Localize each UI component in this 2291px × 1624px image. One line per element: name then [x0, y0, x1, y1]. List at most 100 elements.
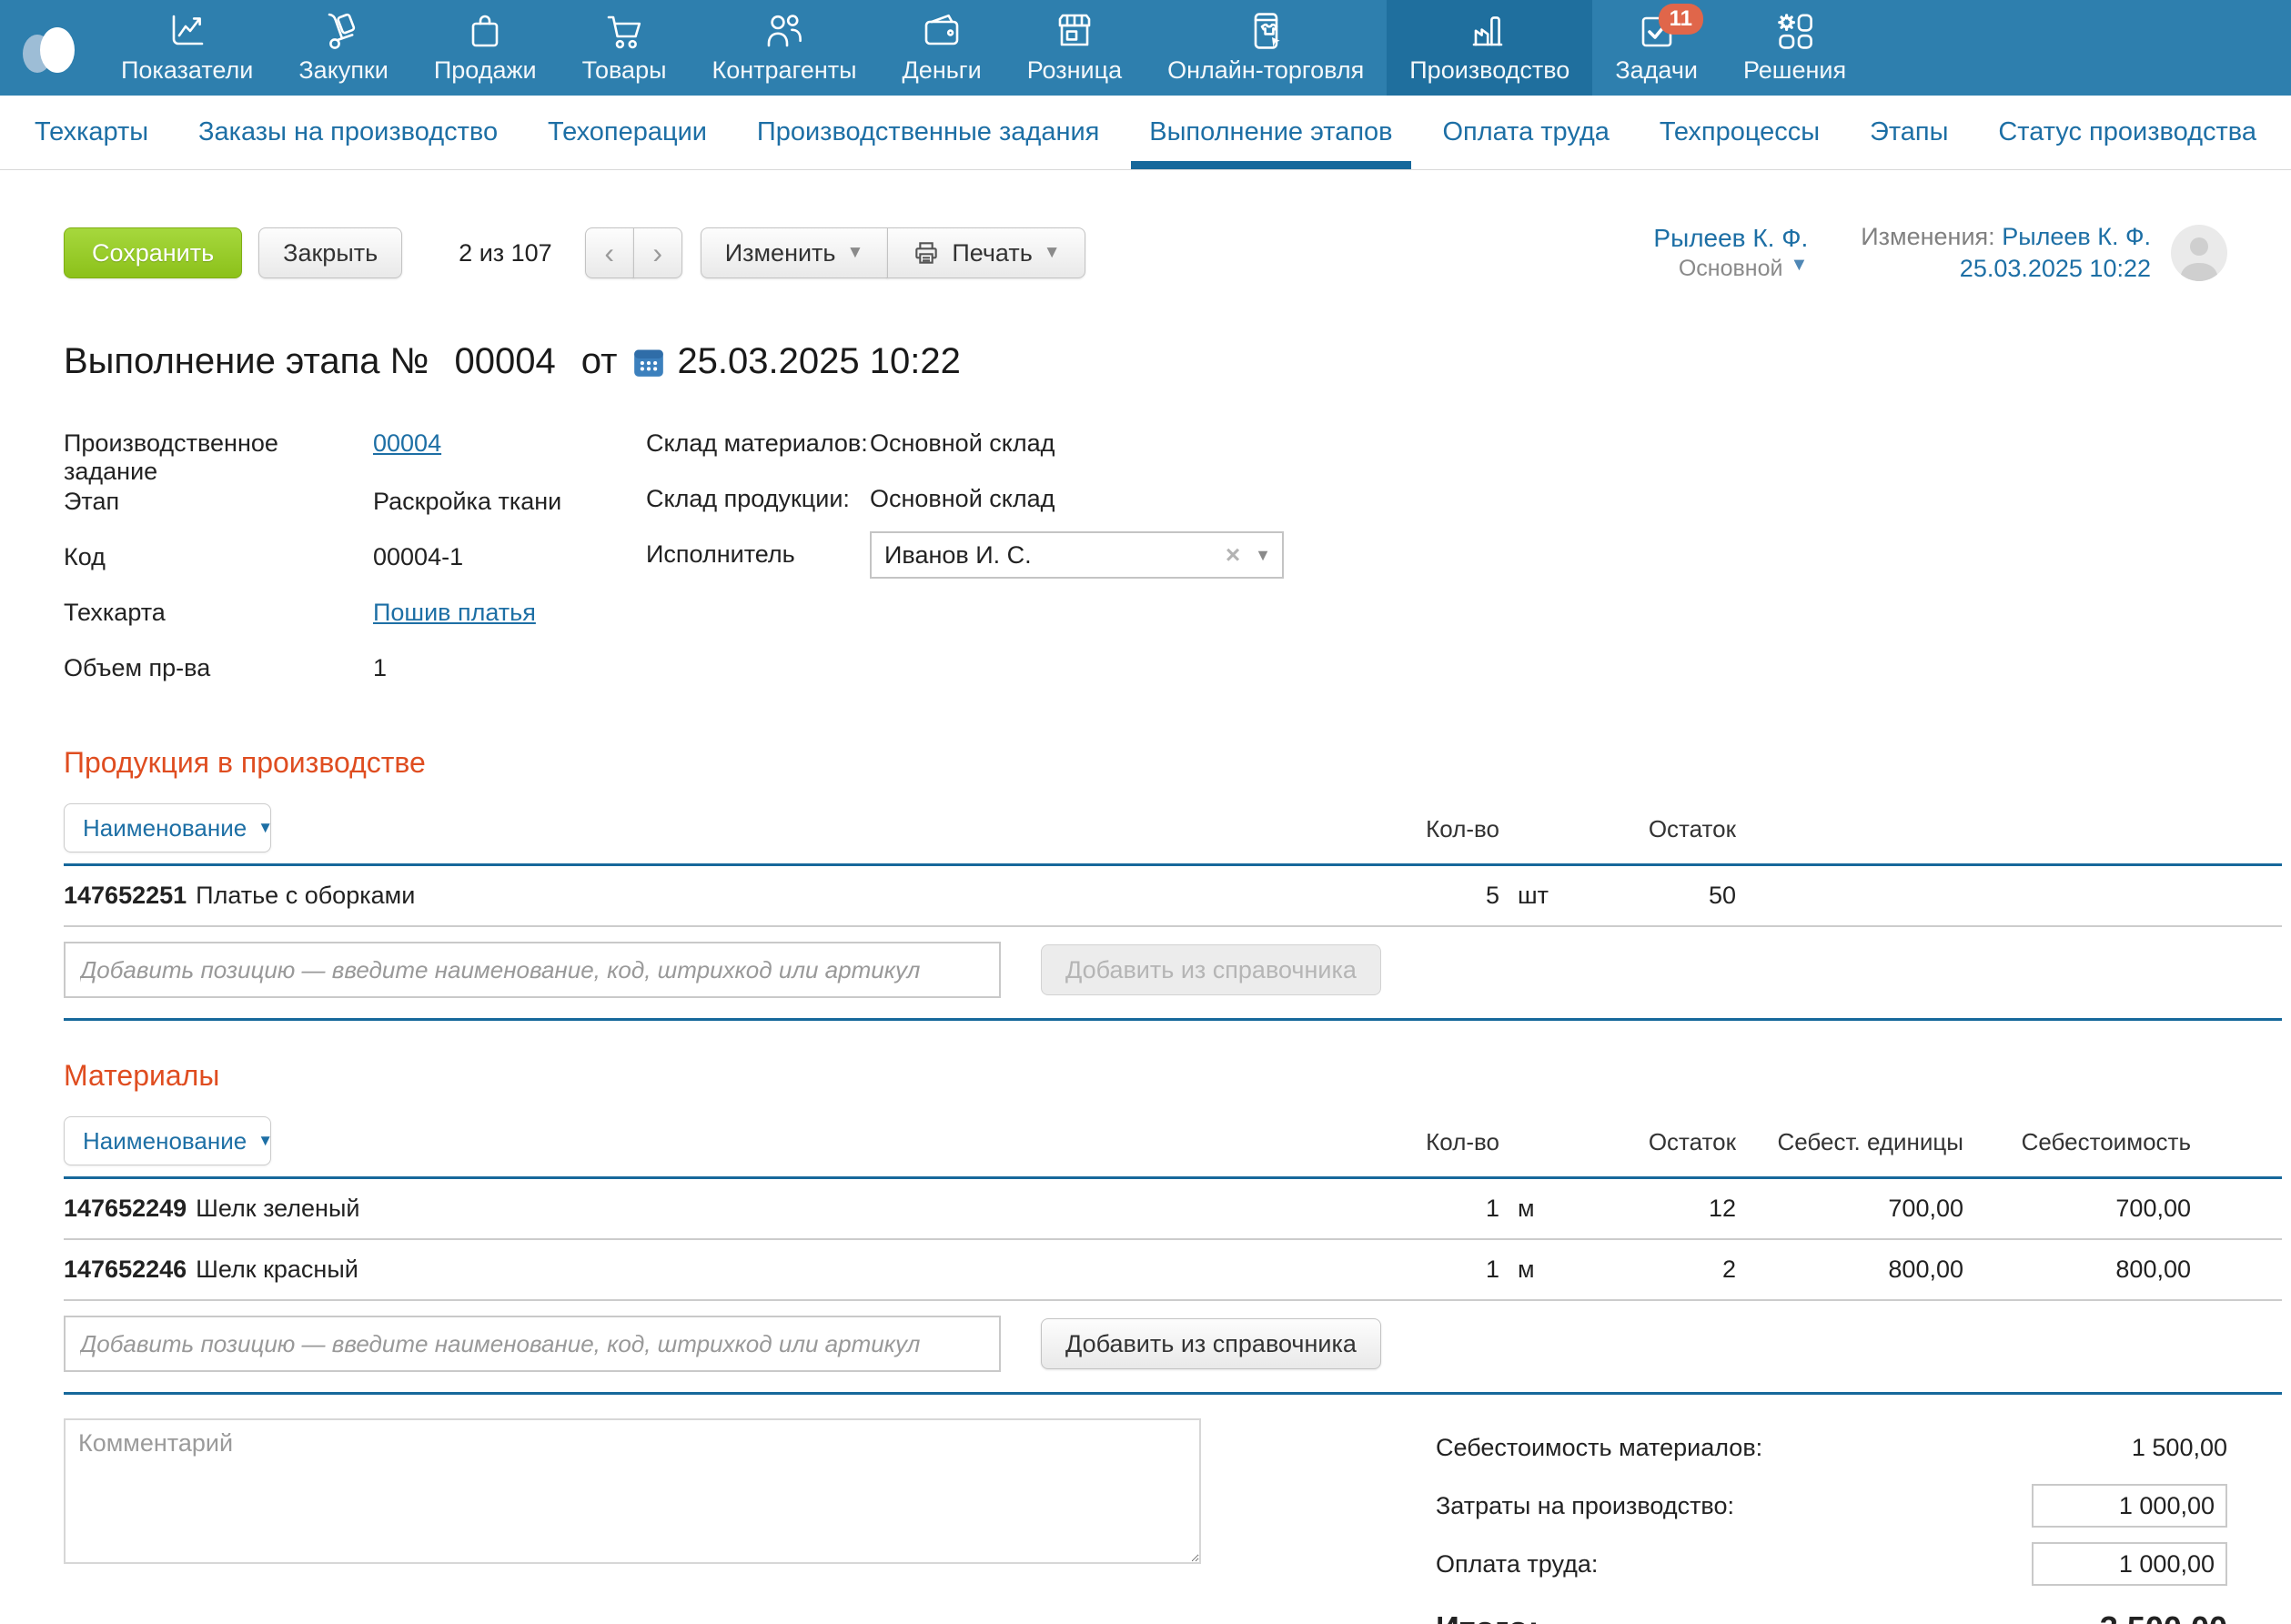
edit-button[interactable]: Изменить▼ — [701, 227, 889, 278]
nav-item-purchases[interactable]: Закупки — [276, 0, 410, 96]
nav-item-indicators[interactable]: Показатели — [98, 0, 276, 96]
production-cost-row: Затраты на производство: — [1436, 1477, 2227, 1535]
field-code: Код 00004-1 — [64, 541, 646, 597]
clear-icon[interactable]: × — [1226, 540, 1240, 570]
techcard-link[interactable]: Пошив платья — [373, 597, 536, 627]
app-logo[interactable] — [0, 0, 98, 96]
labor-cost-input[interactable] — [2032, 1542, 2227, 1586]
name-filter-label: Наименование — [83, 814, 247, 842]
tab-production-tasks[interactable]: Производственные задания — [739, 96, 1118, 169]
product-stock: 50 — [1572, 866, 1736, 925]
materials-add-from-catalog-button[interactable]: Добавить из справочника — [1041, 1318, 1381, 1369]
owner-link[interactable]: Рылеев К. Ф. — [1653, 224, 1808, 252]
tab-production-status[interactable]: Статус производства — [1980, 96, 2275, 169]
tab-stages[interactable]: Этапы — [1852, 96, 1966, 169]
tab-techoperations[interactable]: Техоперации — [530, 96, 725, 169]
nav-item-money[interactable]: Деньги — [880, 0, 1004, 96]
nav-item-production[interactable]: Производство — [1387, 0, 1592, 96]
nav-item-label: Онлайн-торговля — [1167, 56, 1364, 85]
print-button[interactable]: Печать▼ — [887, 227, 1085, 278]
materials-add-position-input[interactable] — [64, 1316, 1001, 1372]
chevron-down-icon[interactable]: ▼ — [1255, 546, 1271, 565]
material-code: 147652249 — [64, 1195, 187, 1222]
tab-techcards[interactable]: Техкарты — [16, 96, 167, 169]
materials-table-header: Наименование▼ Кол-во Остаток Себест. еди… — [64, 1116, 2282, 1179]
next-document-button[interactable]: › — [633, 227, 682, 278]
calendar-icon[interactable] — [631, 345, 666, 379]
top-navigation: Показатели Закупки Продажи Товары — [0, 0, 2291, 96]
chart-icon — [166, 9, 209, 53]
bag-icon — [463, 9, 507, 53]
products-add-position-input[interactable] — [64, 942, 1001, 998]
prev-document-button[interactable]: ‹ — [585, 227, 634, 278]
materials-name-filter-button[interactable]: Наименование▼ — [64, 1116, 271, 1165]
labor-cost-label: Оплата труда: — [1436, 1550, 1598, 1579]
nav-item-label: Деньги — [903, 56, 982, 85]
comment-textarea[interactable] — [64, 1418, 1201, 1564]
production-cost-input[interactable] — [2032, 1484, 2227, 1528]
materials-table: Наименование▼ Кол-во Остаток Себест. еди… — [64, 1116, 2282, 1395]
performer-input[interactable] — [884, 541, 1226, 570]
products-warehouse-value: Основной склад — [870, 483, 1055, 513]
tab-stage-executions[interactable]: Выполнение этапов — [1131, 96, 1410, 169]
nav-item-solutions[interactable]: Решения — [1721, 0, 1869, 96]
production-cost-label: Затраты на производство: — [1436, 1492, 1734, 1520]
chevron-down-icon: ▼ — [847, 243, 864, 263]
field-label: Техкарта — [64, 597, 373, 627]
nav-item-goods[interactable]: Товары — [560, 0, 690, 96]
pager-arrows: ‹ › — [585, 227, 682, 278]
nav-item-label: Производство — [1409, 56, 1569, 85]
material-qty: 1 — [1390, 1179, 1499, 1238]
tab-label: Статус производства — [1998, 117, 2256, 147]
column-header-unit-cost: Себест. единицы — [1736, 1128, 1963, 1165]
save-button[interactable]: Сохранить — [64, 227, 242, 278]
tab-labor-payment[interactable]: Оплата труда — [1424, 96, 1628, 169]
tab-techprocesses[interactable]: Техпроцессы — [1641, 96, 1838, 169]
phone-shop-icon — [1244, 9, 1287, 53]
products-table-header: Наименование▼ Кол-во Остаток — [64, 803, 2282, 866]
table-row[interactable]: 147652251Платье с оборками 5 шт 50 — [64, 866, 2282, 927]
materials-add-row: Добавить из справочника — [64, 1301, 2282, 1395]
material-unit-cost: 800,00 — [1736, 1240, 1963, 1299]
total-row: Итого: 3 500,00 — [1436, 1593, 2227, 1624]
product-name: Платье с оборками — [196, 882, 415, 909]
close-button[interactable]: Закрыть — [258, 227, 402, 278]
table-row[interactable]: 147652246Шелк красный 1 м 2 800,00 800,0… — [64, 1240, 2282, 1301]
nav-item-label: Продажи — [434, 56, 537, 85]
nav-item-online-trade[interactable]: Онлайн-торговля — [1145, 0, 1387, 96]
production-task-link[interactable]: 00004 — [373, 428, 441, 458]
field-production-task: Производственное задание 00004 — [64, 428, 646, 486]
products-name-filter-button[interactable]: Наименование▼ — [64, 803, 271, 852]
field-performer: Исполнитель × ▼ — [646, 539, 1284, 594]
total-value: 3 500,00 — [2100, 1609, 2227, 1624]
materials-section-title: Материалы — [64, 1059, 2291, 1093]
chevron-down-icon[interactable]: ▼ — [1790, 255, 1808, 275]
product-qty: 5 — [1390, 866, 1499, 925]
material-qty: 1 — [1390, 1240, 1499, 1299]
handtruck-icon — [322, 9, 366, 53]
tasks-count-badge: 11 — [1659, 4, 1703, 35]
cart-icon — [602, 9, 646, 53]
nav-item-retail[interactable]: Розница — [1004, 0, 1145, 96]
nav-item-sales[interactable]: Продажи — [411, 0, 560, 96]
material-code: 147652246 — [64, 1256, 187, 1283]
changed-by-link[interactable]: Рылеев К. Ф. — [2002, 223, 2151, 250]
changed-at-link[interactable]: 25.03.2025 10:22 — [1960, 255, 2151, 282]
moysklad-logo-icon — [15, 19, 83, 77]
person-silhouette-icon — [2171, 225, 2227, 281]
nav-item-tasks[interactable]: 11 Задачи — [1592, 0, 1721, 96]
pager-position: 2 из 107 — [459, 239, 552, 267]
material-name: Шелк красный — [196, 1256, 358, 1283]
nav-item-label: Розница — [1027, 56, 1122, 85]
chevron-down-icon: ▼ — [1044, 243, 1061, 263]
code-value: 00004-1 — [373, 541, 463, 571]
products-add-from-catalog-button[interactable]: Добавить из справочника — [1041, 944, 1381, 995]
performer-combobox[interactable]: × ▼ — [870, 531, 1284, 579]
tab-production-orders[interactable]: Заказы на производство — [180, 96, 516, 169]
avatar[interactable] — [2171, 225, 2227, 281]
nav-item-counterparties[interactable]: Контрагенты — [690, 0, 880, 96]
table-row[interactable]: 147652249Шелк зеленый 1 м 12 700,00 700,… — [64, 1179, 2282, 1240]
material-unit: м — [1499, 1179, 1572, 1238]
material-stock: 2 — [1572, 1240, 1736, 1299]
products-section-title: Продукция в производстве — [64, 746, 2291, 780]
